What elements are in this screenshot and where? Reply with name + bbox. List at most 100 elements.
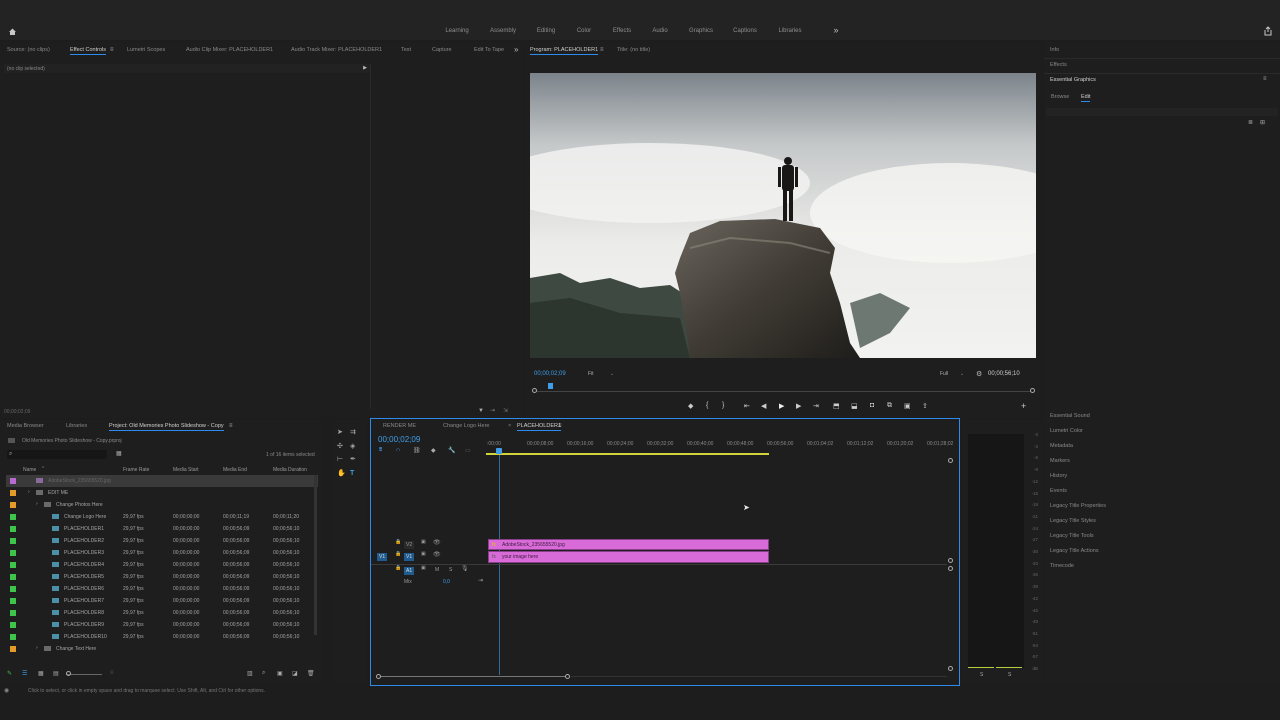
table-row[interactable]: PLACEHOLDER10 29,97 fps 00;00;00;00 00;00;5… xyxy=(6,631,318,643)
timeline-vscroll-mid1[interactable] xyxy=(948,558,953,563)
table-row[interactable]: PLACEHOLDER1 29,97 fps 00;00;00;00 00;00;56… xyxy=(6,523,318,535)
effects-panel[interactable]: Effects xyxy=(1050,62,1067,68)
zoom-slider-knob[interactable] xyxy=(66,671,71,676)
pen-tool-icon[interactable]: ✒ xyxy=(350,456,356,463)
add-marker-icon[interactable]: ◆ xyxy=(431,447,436,454)
workspace-overflow-icon[interactable]: » xyxy=(833,25,838,35)
table-row[interactable]: PLACEHOLDER3 29,97 fps 00;00;00;00 00;00;56… xyxy=(6,547,318,559)
track-select-tool-icon[interactable]: ⇉ xyxy=(350,429,356,436)
v2-label[interactable]: V2 xyxy=(404,541,415,549)
razor-tool-icon[interactable]: ◈ xyxy=(350,443,355,450)
table-row[interactable]: Change Logo Here 29,97 fps 00;00;00;00 00;0… xyxy=(6,511,318,523)
table-row[interactable]: › EDIT ME xyxy=(6,487,318,499)
label-color-swatch[interactable] xyxy=(10,562,16,568)
v1-sync-icon[interactable]: ▣ xyxy=(421,551,426,557)
fit-select[interactable]: Fit xyxy=(588,371,594,377)
play-icon[interactable]: ▶ xyxy=(779,402,784,410)
home-icon[interactable] xyxy=(8,27,17,36)
v2-eye-icon[interactable]: 👁 xyxy=(433,539,441,546)
zoom-slider[interactable] xyxy=(66,674,102,675)
table-row[interactable]: › Change Photos Here xyxy=(6,499,318,511)
mark-out-icon[interactable]: } xyxy=(722,402,724,409)
new-bin-icon[interactable]: ▣ xyxy=(277,670,283,677)
label-color-swatch[interactable] xyxy=(10,490,16,496)
table-row[interactable]: PLACEHOLDER4 29,97 fps 00;00;00;00 00;00;56… xyxy=(6,559,318,571)
settings-wrench-icon[interactable]: ⚙ xyxy=(976,370,982,378)
expand-icon[interactable]: ▶ xyxy=(363,65,367,71)
meter-solo-left[interactable]: S xyxy=(980,672,983,678)
close-tab-icon[interactable]: × xyxy=(508,423,511,429)
automate-to-sequence-icon[interactable]: ▥ xyxy=(247,670,253,677)
col-frame-rate[interactable]: Frame Rate xyxy=(123,467,149,473)
label-color-swatch[interactable] xyxy=(10,502,16,508)
workspace-captions[interactable]: Captions xyxy=(733,28,757,34)
panel-essential-sound[interactable]: Essential Sound xyxy=(1050,413,1090,419)
label-color-swatch[interactable] xyxy=(10,478,16,484)
table-row[interactable]: PLACEHOLDER7 29,97 fps 00;00;00;00 00;00;56… xyxy=(6,595,318,607)
info-panel[interactable]: Info xyxy=(1050,47,1059,53)
program-timecode[interactable]: 00;00;02;09 xyxy=(534,371,566,377)
clear-icon[interactable]: 🗑 xyxy=(307,670,315,677)
label-color-swatch[interactable] xyxy=(10,526,16,532)
type-tool-icon[interactable]: T xyxy=(350,470,354,477)
v1-lock-icon[interactable]: 🔒 xyxy=(395,551,401,557)
col-name[interactable]: Name xyxy=(23,467,36,473)
slip-tool-icon[interactable]: ⊢ xyxy=(337,456,343,463)
table-row[interactable]: AdobeStock_235655520.jpg xyxy=(6,475,318,487)
pencil-icon[interactable]: ✎ xyxy=(7,670,12,677)
timeline-settings-icon[interactable]: 🔧 xyxy=(448,447,455,454)
playhead-head-icon[interactable] xyxy=(496,448,502,454)
timeline-timecode[interactable]: 00;00;02;09 xyxy=(378,435,420,444)
export-frame-icon[interactable]: ⇲ xyxy=(503,408,508,415)
tab-placeholder1[interactable]: PLACEHOLDER1 xyxy=(517,423,562,431)
tab-media-browser[interactable]: Media Browser xyxy=(7,423,44,429)
table-row[interactable]: PLACEHOLDER8 29,97 fps 00;00;00;00 00;00;56… xyxy=(6,607,318,619)
table-row[interactable]: PLACEHOLDER6 29,97 fps 00;00;00;00 00;00;56… xyxy=(6,583,318,595)
mark-in-icon[interactable]: { xyxy=(706,402,708,409)
panel-history[interactable]: History xyxy=(1050,473,1067,479)
project-scrollbar[interactable] xyxy=(314,475,317,635)
freeform-view-icon[interactable]: ▤ xyxy=(53,670,59,677)
panel-events[interactable]: Events xyxy=(1050,488,1067,494)
timeline-vscroll-top[interactable] xyxy=(948,458,953,463)
zoom-left-handle[interactable] xyxy=(532,388,537,393)
v2-lock-icon[interactable]: 🔒 xyxy=(395,539,401,545)
workspace-libraries[interactable]: Libraries xyxy=(778,28,801,34)
eg-tab-browse[interactable]: Browse xyxy=(1051,94,1069,100)
label-color-swatch[interactable] xyxy=(10,550,16,556)
tab-lumetri-scopes[interactable]: Lumetri Scopes xyxy=(127,47,165,53)
program-video-frame[interactable] xyxy=(530,73,1036,358)
share-icon[interactable] xyxy=(1263,26,1273,36)
panel-timecode[interactable]: Timecode xyxy=(1050,563,1074,569)
a1-solo-button[interactable]: S xyxy=(449,567,452,573)
label-color-swatch[interactable] xyxy=(10,514,16,520)
hscroll-right-handle[interactable] xyxy=(565,674,570,679)
tab-program[interactable]: Program: PLACEHOLDER1 xyxy=(530,47,599,55)
table-row[interactable]: › Change Text Here xyxy=(6,643,318,655)
comparison-view-icon[interactable]: ⧉ xyxy=(887,402,892,410)
safe-margins-icon[interactable]: ▣ xyxy=(904,402,911,410)
tab-title[interactable]: Title: (no title) xyxy=(617,47,650,53)
v1-label[interactable]: V1 xyxy=(404,553,415,561)
program-menu-icon[interactable]: ≡ xyxy=(600,47,604,54)
eg-new-layer-icon[interactable]: ⊞ xyxy=(1260,120,1265,127)
ripple-edit-tool-icon[interactable]: ✣ xyxy=(337,443,343,450)
tab-project[interactable]: Project: Old Memories Photo Slideshow - … xyxy=(109,423,224,431)
label-color-swatch[interactable] xyxy=(10,646,16,652)
panel-legacy-title-actions[interactable]: Legacy Title Actions xyxy=(1050,548,1099,554)
panel-legacy-title-styles[interactable]: Legacy Title Styles xyxy=(1050,518,1096,524)
a1-label[interactable]: A1 xyxy=(404,567,415,575)
panel-lumetri-color[interactable]: Lumetri Color xyxy=(1050,428,1083,434)
mix-end-icon[interactable]: ⇥ xyxy=(478,577,483,584)
workspace-editing[interactable]: Editing xyxy=(537,28,555,34)
tab-effect-controls[interactable]: Effect Controls xyxy=(70,47,106,55)
workspace-color[interactable]: Color xyxy=(577,28,591,34)
icon-view-icon[interactable]: ▦ xyxy=(38,670,44,677)
panel-menu-icon[interactable]: ≡ xyxy=(110,47,114,54)
hscroll-left-handle[interactable] xyxy=(376,674,381,679)
new-item-icon[interactable]: ◪ xyxy=(292,670,298,677)
export-icon[interactable]: ⇪ xyxy=(922,402,928,410)
col-media-duration[interactable]: Media Duration xyxy=(273,467,307,473)
zoom-right-handle[interactable] xyxy=(1030,388,1035,393)
tab-source[interactable]: Source: (no clips) xyxy=(7,47,50,53)
